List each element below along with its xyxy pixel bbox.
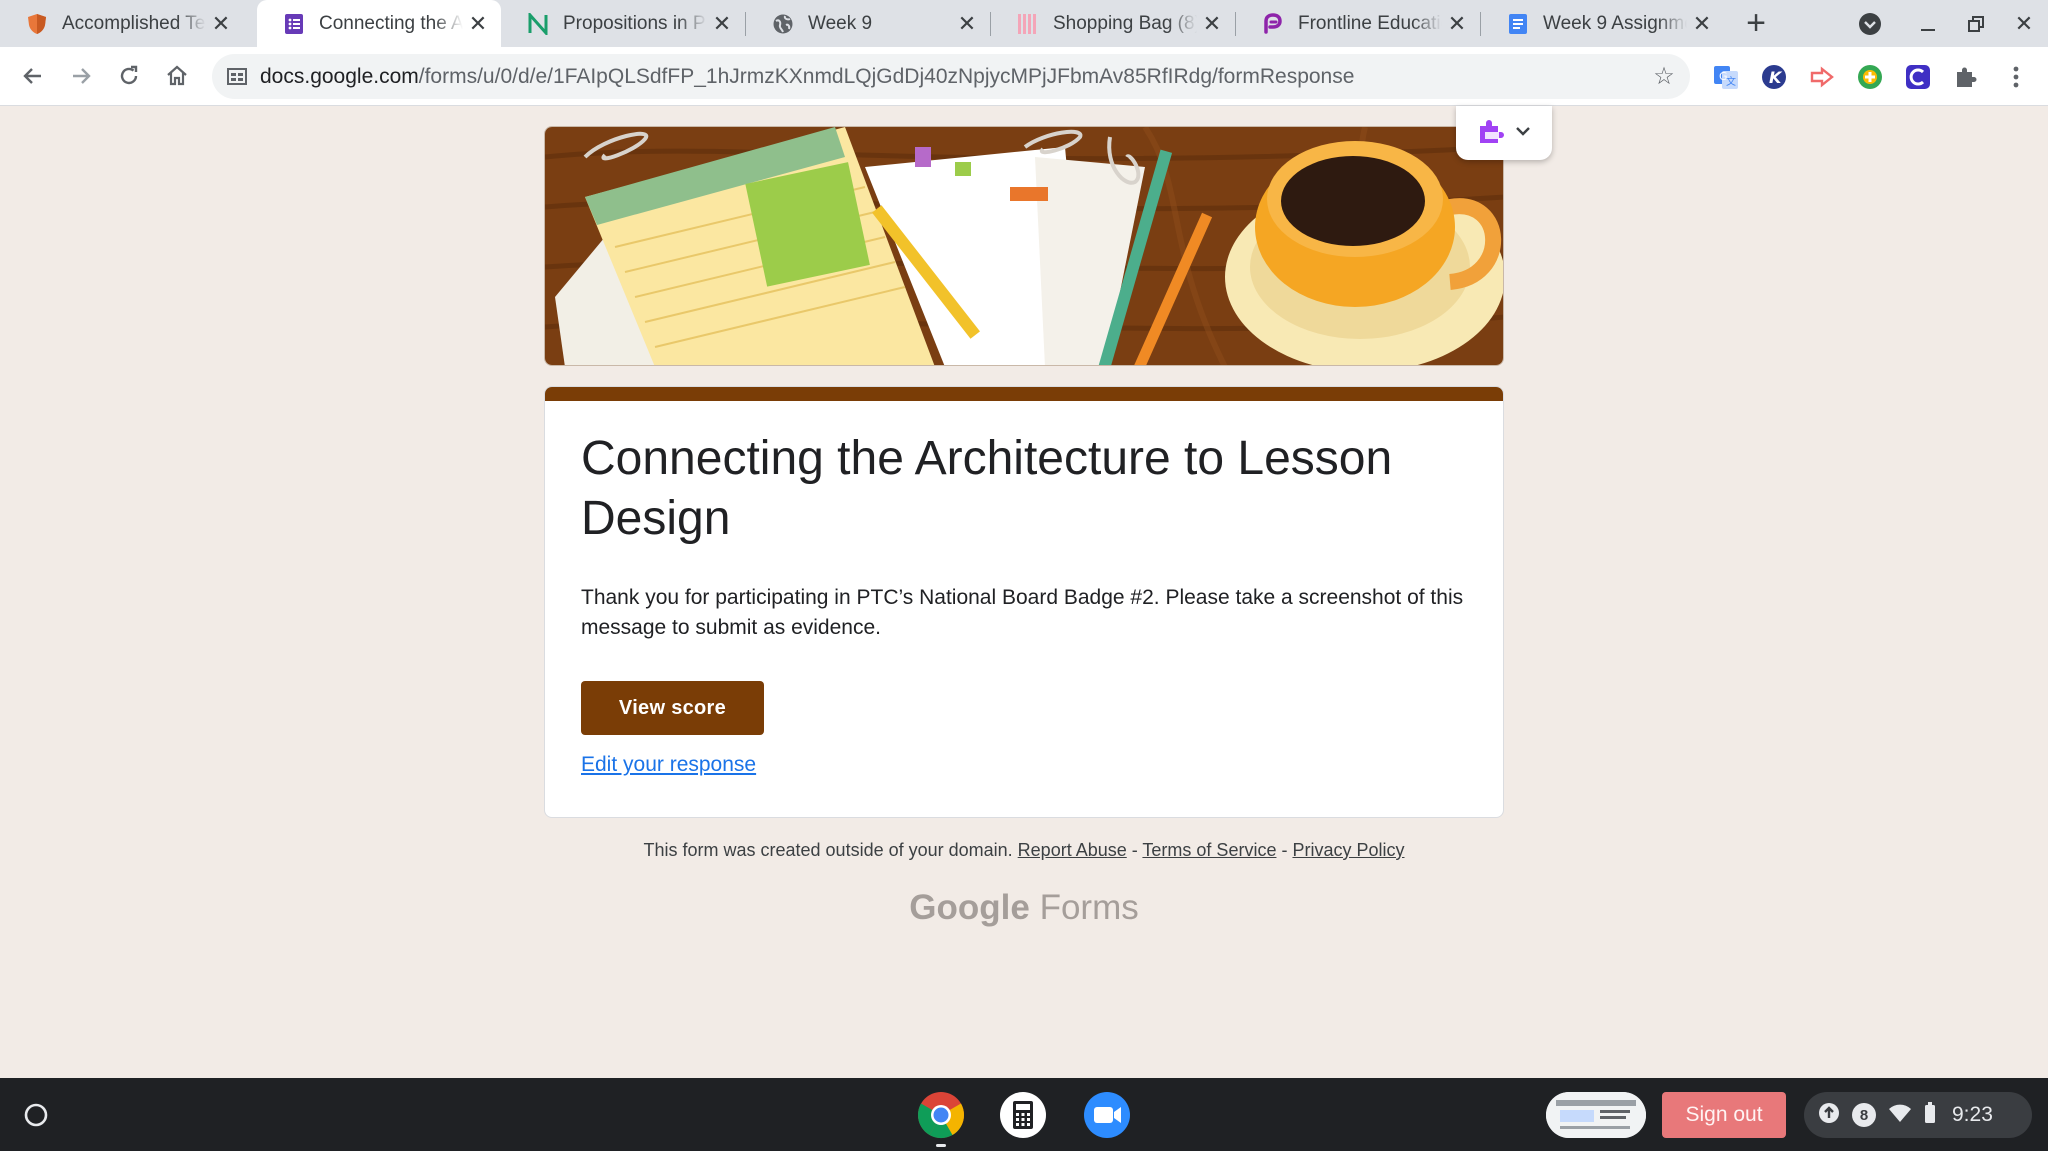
tab-frontline-education[interactable]: Frontline Educatio ✕ bbox=[1236, 0, 1480, 47]
globe-icon bbox=[772, 13, 794, 35]
url-path: /forms/u/0/d/e/1FAIpQLSdfFP_1hJrmzKXnmdL… bbox=[418, 65, 1355, 88]
chromeos-shelf: Sign out 8 9:23 bbox=[0, 1078, 2048, 1151]
frontline-icon bbox=[1262, 12, 1284, 35]
page-content: Connecting the Architecture to Lesson De… bbox=[0, 106, 2048, 1078]
address-bar[interactable]: docs.google.com/forms/u/0/d/e/1FAIpQLSdf… bbox=[212, 54, 1690, 99]
chrome-app-icon[interactable] bbox=[916, 1090, 966, 1140]
tab-title: Shopping Bag (8) bbox=[1053, 12, 1197, 34]
close-icon[interactable]: ✕ bbox=[463, 9, 493, 39]
wifi-icon bbox=[1888, 1103, 1912, 1128]
terms-of-service-link[interactable]: Terms of Service bbox=[1142, 840, 1276, 860]
svg-text:文: 文 bbox=[1726, 75, 1736, 88]
shield-icon bbox=[26, 13, 48, 35]
translate-extension-icon[interactable]: G文 bbox=[1712, 63, 1740, 91]
battery-icon bbox=[1924, 1101, 1936, 1129]
tab-search-icon[interactable] bbox=[1852, 6, 1888, 42]
clock: 9:23 bbox=[1952, 1103, 1993, 1126]
chevron-down-icon bbox=[1515, 124, 1531, 142]
tab-week-9[interactable]: Week 9 ✕ bbox=[746, 0, 990, 47]
card-accent-bar bbox=[545, 387, 1503, 401]
form-footer: This form was created outside of your do… bbox=[544, 840, 1504, 861]
form-title: Connecting the Architecture to Lesson De… bbox=[581, 432, 1393, 545]
tab-strip: Accomplished Tea ✕ Connecting the Ar ✕ P… bbox=[0, 0, 2048, 47]
zoom-app-icon[interactable] bbox=[1082, 1090, 1132, 1140]
home-icon[interactable] bbox=[158, 57, 196, 95]
launcher-icon[interactable] bbox=[10, 1094, 62, 1136]
bookmark-star-icon[interactable]: ☆ bbox=[1650, 62, 1678, 90]
confirmation-message: Thank you for participating in PTC’s Nat… bbox=[581, 586, 1464, 639]
privacy-policy-link[interactable]: Privacy Policy bbox=[1292, 840, 1404, 860]
site-info-icon[interactable] bbox=[226, 65, 248, 87]
docs-icon bbox=[1507, 13, 1529, 35]
close-icon[interactable]: ✕ bbox=[1687, 9, 1717, 39]
classkick-extension-icon[interactable] bbox=[1904, 63, 1932, 91]
forms-icon bbox=[283, 13, 305, 35]
close-icon[interactable]: ✕ bbox=[707, 9, 737, 39]
notification-count: 8 bbox=[1859, 1106, 1869, 1124]
notification-count-badge: 8 bbox=[1852, 1103, 1876, 1127]
screenshot-thumbnail[interactable] bbox=[1546, 1092, 1646, 1138]
upload-icon bbox=[1818, 1102, 1840, 1129]
extensions-puzzle-icon[interactable] bbox=[1952, 63, 1980, 91]
close-window-icon[interactable]: ✕ bbox=[2006, 6, 2042, 42]
readwrite-extension-icon bbox=[1477, 118, 1507, 149]
footer-separator: - bbox=[1126, 840, 1143, 860]
status-tray[interactable]: 8 9:23 bbox=[1804, 1092, 2032, 1138]
tab-shopping-bag[interactable]: Shopping Bag (8) ✕ bbox=[991, 0, 1235, 47]
green-plus-extension-icon[interactable] bbox=[1856, 63, 1884, 91]
sign-out-button[interactable]: Sign out bbox=[1662, 1092, 1786, 1138]
back-icon[interactable] bbox=[14, 57, 52, 95]
report-abuse-link[interactable]: Report Abuse bbox=[1018, 840, 1127, 860]
kami-extension-icon[interactable]: K bbox=[1760, 63, 1788, 91]
domain-notice: This form was created outside of your do… bbox=[643, 840, 1013, 860]
url-text: docs.google.com/forms/u/0/d/e/1FAIpQLSdf… bbox=[260, 54, 1354, 99]
tab-accomplished-teaching[interactable]: Accomplished Tea ✕ bbox=[0, 0, 244, 47]
forward-icon[interactable] bbox=[62, 57, 100, 95]
google-forms-logo[interactable]: Google Forms bbox=[544, 888, 1504, 928]
svg-text:K: K bbox=[1769, 68, 1783, 87]
tab-title: Week 9 bbox=[808, 12, 873, 34]
extension-popup-button[interactable] bbox=[1456, 106, 1552, 160]
brand-forms: Forms bbox=[1039, 888, 1139, 927]
screencast-extension-icon[interactable] bbox=[1808, 63, 1836, 91]
url-host: docs.google.com bbox=[260, 65, 419, 88]
close-icon[interactable]: ✕ bbox=[1197, 9, 1227, 39]
restore-icon[interactable] bbox=[1958, 6, 1994, 42]
n-logo-icon bbox=[527, 12, 549, 35]
footer-separator: - bbox=[1276, 840, 1293, 860]
tab-title: Connecting the Ar bbox=[319, 12, 463, 34]
more-menu-icon[interactable] bbox=[2002, 63, 2030, 91]
tab-title: Week 9 Assignme bbox=[1543, 12, 1687, 34]
close-icon[interactable]: ✕ bbox=[206, 9, 236, 39]
stripes-icon bbox=[1017, 13, 1039, 35]
tab-title: Accomplished Tea bbox=[62, 12, 206, 34]
reload-icon[interactable] bbox=[110, 57, 148, 95]
tab-propositions[interactable]: Propositions in Pr ✕ bbox=[501, 0, 745, 47]
header-banner-image bbox=[544, 126, 1504, 366]
tab-connecting-architecture[interactable]: Connecting the Ar ✕ bbox=[257, 0, 501, 47]
close-icon[interactable]: ✕ bbox=[952, 9, 982, 39]
form-response-card: Connecting the Architecture to Lesson De… bbox=[544, 386, 1504, 818]
tab-week-9-assignment[interactable]: Week 9 Assignme ✕ bbox=[1481, 0, 1725, 47]
running-indicator bbox=[936, 1144, 946, 1147]
minimize-icon[interactable] bbox=[1910, 6, 1946, 42]
tab-title: Frontline Educatio bbox=[1298, 12, 1442, 34]
tab-title: Propositions in Pr bbox=[563, 12, 707, 34]
edit-response-link[interactable]: Edit your response bbox=[581, 753, 756, 777]
brand-google: Google bbox=[909, 888, 1030, 927]
browser-toolbar: docs.google.com/forms/u/0/d/e/1FAIpQLSdf… bbox=[0, 47, 2048, 106]
view-score-button[interactable]: View score bbox=[581, 681, 764, 735]
new-tab-button[interactable]: + bbox=[1738, 6, 1774, 42]
close-icon[interactable]: ✕ bbox=[1442, 9, 1472, 39]
calculator-app-icon[interactable] bbox=[998, 1090, 1048, 1140]
